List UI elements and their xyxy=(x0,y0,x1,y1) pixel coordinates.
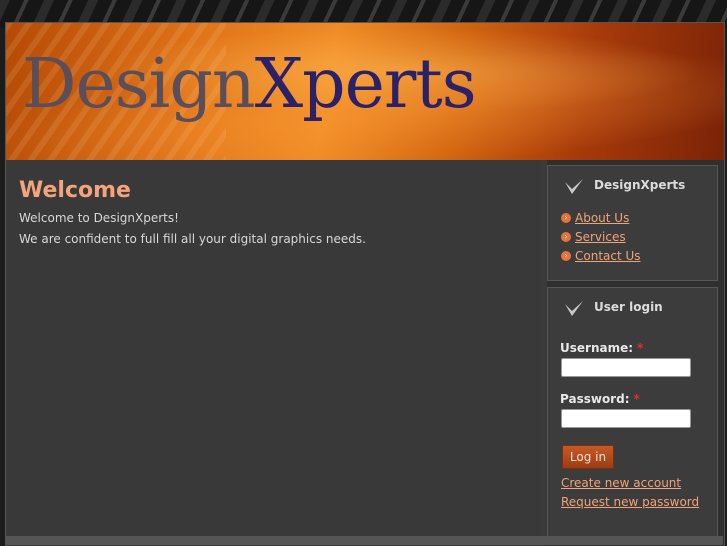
username-label: Username: * xyxy=(560,341,643,355)
login-button[interactable]: Log in xyxy=(562,445,614,469)
description-text: We are confident to full fill all your d… xyxy=(19,232,366,246)
main-content: Welcome Welcome to DesignXperts! We are … xyxy=(6,160,543,546)
login-block: User login Username: * Password: * Log in … xyxy=(547,287,718,540)
logo-text-design: Design xyxy=(22,45,256,124)
password-label-text: Password: xyxy=(560,392,630,406)
arrow-bullet-icon: › xyxy=(561,232,571,242)
password-input[interactable] xyxy=(561,409,691,428)
checkmark-icon xyxy=(565,179,583,194)
required-marker: * xyxy=(633,392,640,406)
footer-strip xyxy=(5,536,723,545)
nav-block-title: DesignXperts xyxy=(594,178,686,192)
logo-text-xperts: Xperts xyxy=(254,45,477,124)
arrow-bullet-icon: › xyxy=(561,251,571,261)
login-block-title: User login xyxy=(594,300,663,314)
page-title: Welcome xyxy=(19,178,131,203)
nav-block: DesignXperts › About Us › Services › Con… xyxy=(547,165,718,281)
sidebar: DesignXperts › About Us › Services › Con… xyxy=(547,160,724,546)
username-label-text: Username: xyxy=(560,341,634,355)
nav-link-services[interactable]: Services xyxy=(575,230,626,244)
nav-link-contact-us[interactable]: Contact Us xyxy=(575,249,641,263)
request-password-link[interactable]: Request new password xyxy=(561,495,699,509)
welcome-text: Welcome to DesignXperts! xyxy=(19,211,179,225)
page-container: DesignXperts Welcome Welcome to DesignXp… xyxy=(5,22,725,546)
create-account-link[interactable]: Create new account xyxy=(561,476,681,490)
username-input[interactable] xyxy=(561,358,691,377)
header-banner: DesignXperts xyxy=(6,23,724,160)
nav-link-about-us[interactable]: About Us xyxy=(575,211,629,225)
checkmark-icon xyxy=(565,301,583,316)
required-marker: * xyxy=(637,341,644,355)
password-label: Password: * xyxy=(560,392,640,406)
site-logo[interactable]: DesignXperts xyxy=(22,51,477,119)
arrow-bullet-icon: › xyxy=(561,213,571,223)
